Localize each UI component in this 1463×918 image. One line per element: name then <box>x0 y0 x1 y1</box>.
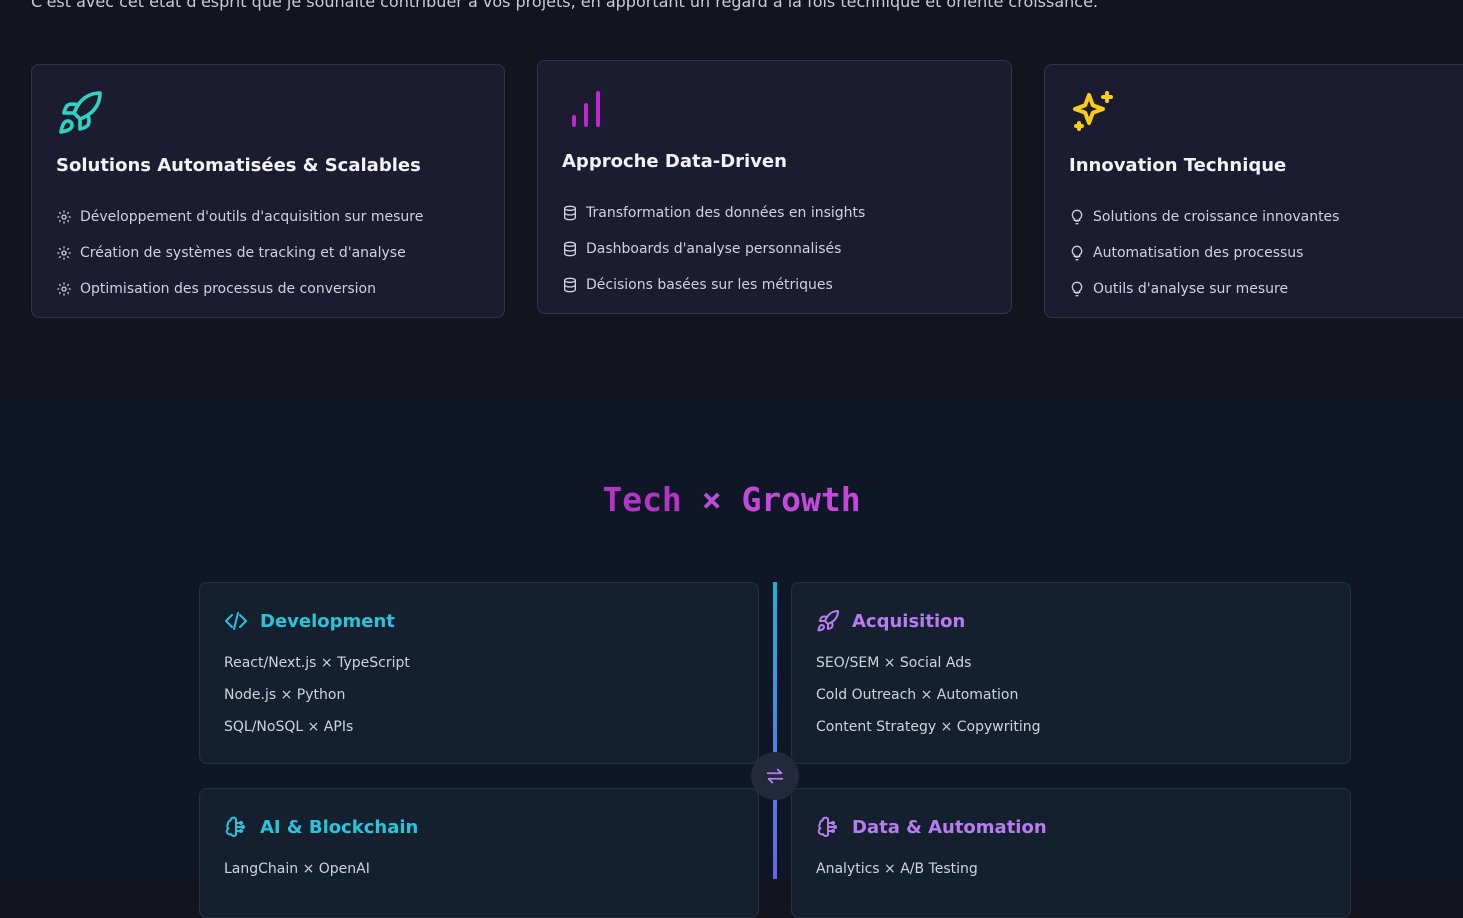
list-item: Dashboards d'analyse personnalisés <box>562 231 865 267</box>
feature-card-title: Approche Data-Driven <box>562 151 787 172</box>
sparkles-icon <box>1069 89 1117 137</box>
list-item: Décisions basées sur les métriques <box>562 267 865 303</box>
lightbulb-icon <box>1069 281 1085 297</box>
skill-card-title: Acquisition <box>852 610 966 632</box>
intro-text: C'est avec cet état d'esprit que je souh… <box>31 0 1099 11</box>
list-item: SEO/SEM × Social Ads <box>816 655 972 671</box>
skill-card-title: Development <box>260 610 395 632</box>
list-item: Optimisation des processus de conversion <box>56 271 423 307</box>
list-item: Création de systèmes de tracking et d'an… <box>56 235 423 271</box>
database-icon <box>562 277 578 293</box>
skill-card-development: Development React/Next.js × TypeScript N… <box>199 582 759 764</box>
values-section: C'est avec cet état d'esprit que je souh… <box>0 0 1463 398</box>
feature-card-title: Innovation Technique <box>1069 155 1287 176</box>
list-item: SQL/NoSQL × APIs <box>224 719 354 735</box>
gear-icon <box>56 209 72 225</box>
list-item: Automatisation des processus <box>1069 235 1339 271</box>
skill-list: React/Next.js × TypeScript Node.js × Pyt… <box>224 647 410 743</box>
lightbulb-icon <box>1069 245 1085 261</box>
brain-icon <box>224 815 248 839</box>
rocket-icon <box>56 89 104 137</box>
list-item: LangChain × OpenAI <box>224 861 370 877</box>
bar-chart-icon <box>562 85 610 133</box>
database-icon <box>562 241 578 257</box>
feature-card-automation: Solutions Automatisées & Scalables Dével… <box>31 64 505 318</box>
feature-card-title: Solutions Automatisées & Scalables <box>56 155 421 176</box>
feature-list: Solutions de croissance innovantes Autom… <box>1069 199 1339 307</box>
feature-card-innovation: Innovation Technique Solutions de croiss… <box>1044 64 1463 318</box>
gear-icon <box>56 281 72 297</box>
feature-list: Transformation des données en insights D… <box>562 195 865 303</box>
list-item: Cold Outreach × Automation <box>816 687 1019 703</box>
skill-list: SEO/SEM × Social Ads Cold Outreach × Aut… <box>816 647 1041 743</box>
skill-card-title: AI & Blockchain <box>260 816 419 838</box>
list-item: Outils d'analyse sur mesure <box>1069 271 1339 307</box>
skill-card-ai-blockchain: AI & Blockchain LangChain × OpenAI <box>199 788 759 918</box>
database-icon <box>562 205 578 221</box>
list-item: React/Next.js × TypeScript <box>224 655 410 671</box>
swap-button[interactable] <box>751 752 799 800</box>
skill-card-title: Data & Automation <box>852 816 1047 838</box>
feature-card-data-driven: Approche Data-Driven Transformation des … <box>537 60 1012 314</box>
list-item: Transformation des données en insights <box>562 195 865 231</box>
list-item: Node.js × Python <box>224 687 346 703</box>
skill-card-data-automation: Data & Automation Analytics × A/B Testin… <box>791 788 1351 918</box>
skill-list: LangChain × OpenAI <box>224 853 370 885</box>
list-item: Développement d'outils d'acquisition sur… <box>56 199 423 235</box>
skill-card-acquisition: Acquisition SEO/SEM × Social Ads Cold Ou… <box>791 582 1351 764</box>
lightbulb-icon <box>1069 209 1085 225</box>
code-icon <box>224 609 248 633</box>
timeline-line <box>773 582 777 879</box>
feature-list: Développement d'outils d'acquisition sur… <box>56 199 423 307</box>
swap-arrows-icon <box>764 765 786 787</box>
list-item: Content Strategy × Copywriting <box>816 719 1041 735</box>
list-item: Solutions de croissance innovantes <box>1069 199 1339 235</box>
brain-icon <box>816 815 840 839</box>
list-item: Analytics × A/B Testing <box>816 861 978 877</box>
section-title: Tech × Growth <box>602 480 861 519</box>
skill-list: Analytics × A/B Testing <box>816 853 978 885</box>
rocket-icon <box>816 609 840 633</box>
gear-icon <box>56 245 72 261</box>
